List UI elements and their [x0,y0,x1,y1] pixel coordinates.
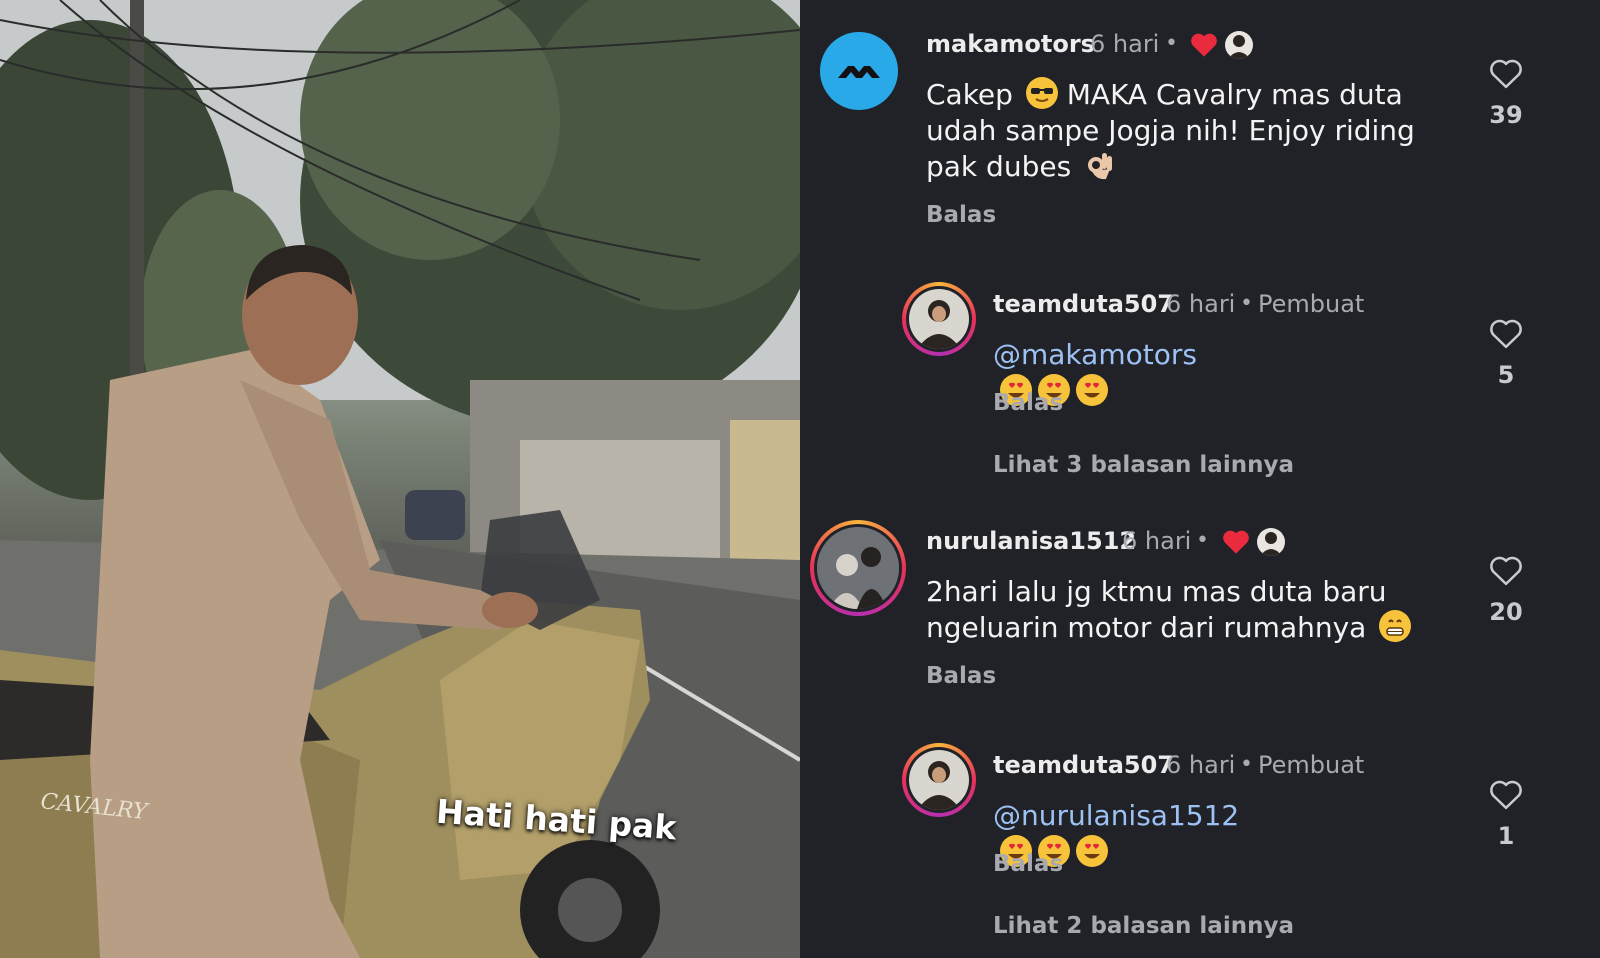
separator-dot: • [1240,291,1253,316]
creator-liked-heart-icon [1223,530,1249,554]
heart-outline-icon [1490,59,1522,89]
like-button[interactable]: 20 [1476,555,1536,626]
separator-dot: • [1240,752,1253,777]
heart-outline-icon [1490,556,1522,586]
reply-button[interactable]: Balas [926,202,996,228]
comment-text-line: ngeluarin motor dari rumahnya [926,611,1367,644]
comment-text-line: MAKA Cavalry mas duta [1066,78,1403,111]
video-scene: CAVALRY [0,0,800,958]
like-count: 20 [1489,598,1523,626]
comment-text-line: udah sampe Jogja nih! Enjoy riding [926,114,1415,147]
avatar[interactable] [810,520,906,616]
comment-username[interactable]: teamduta507 [993,290,1174,318]
like-count: 5 [1497,361,1515,389]
comment-time: 6 hari [1166,751,1236,779]
like-count: 39 [1489,101,1523,129]
reply-button[interactable]: Balas [926,663,996,689]
creator-avatar-icon [1225,31,1253,59]
like-button[interactable]: 5 [1476,318,1536,389]
comment-text: Cakep MAKA Cavalry mas duta udah sampe J… [926,77,1446,190]
reply-button[interactable]: Balas [993,851,1063,877]
grinning-emoji-icon [1379,610,1412,642]
avatar[interactable] [902,282,976,356]
comments-panel: makamotors 6 hari • Cakep MAKA Cavalry m… [800,0,1600,958]
mention-link[interactable]: @makamotors [993,338,1197,371]
comment-text-line: pak dubes [926,150,1072,183]
comment-time: 6 hari [1122,527,1192,555]
comment-username[interactable]: nurulanisa1512 [926,527,1136,555]
sunglasses-emoji-icon [1025,77,1058,109]
heart-outline-icon [1490,319,1522,349]
like-button[interactable]: 1 [1476,779,1536,850]
creator-label: Pembuat [1258,290,1365,318]
mention-link[interactable]: @nurulanisa1512 [993,799,1239,832]
comment-time: 6 hari [1090,30,1160,58]
creator-label: Pembuat [1258,751,1365,779]
comment-username[interactable]: makamotors [926,30,1095,58]
heart-outline-icon [1490,780,1522,810]
avatar[interactable] [820,32,898,110]
view-more-replies[interactable]: Lihat 2 balasan lainnya [993,913,1294,939]
avatar[interactable] [902,743,976,817]
reply-button[interactable]: Balas [993,390,1063,416]
view-more-replies[interactable]: Lihat 3 balasan lainnya [993,452,1294,478]
comment-text-line: 2hari lalu jg ktmu mas duta baru [926,575,1387,608]
separator-dot: • [1196,528,1209,553]
ok-hand-emoji-icon [1086,149,1114,190]
comment-time: 6 hari [1166,290,1236,318]
creator-liked-heart-icon [1191,33,1217,57]
creator-avatar-icon [1257,528,1285,556]
like-count: 1 [1497,822,1515,850]
video-frame: CAVALRY Hati hati pak [0,0,800,958]
comment-text-line: Cakep [926,78,1013,111]
maka-logo-icon [838,66,880,78]
comment-username[interactable]: teamduta507 [993,751,1174,779]
separator-dot: • [1165,31,1178,56]
comment-text: 2hari lalu jg ktmu mas duta baru ngeluar… [926,574,1486,646]
like-button[interactable]: 39 [1476,58,1536,129]
